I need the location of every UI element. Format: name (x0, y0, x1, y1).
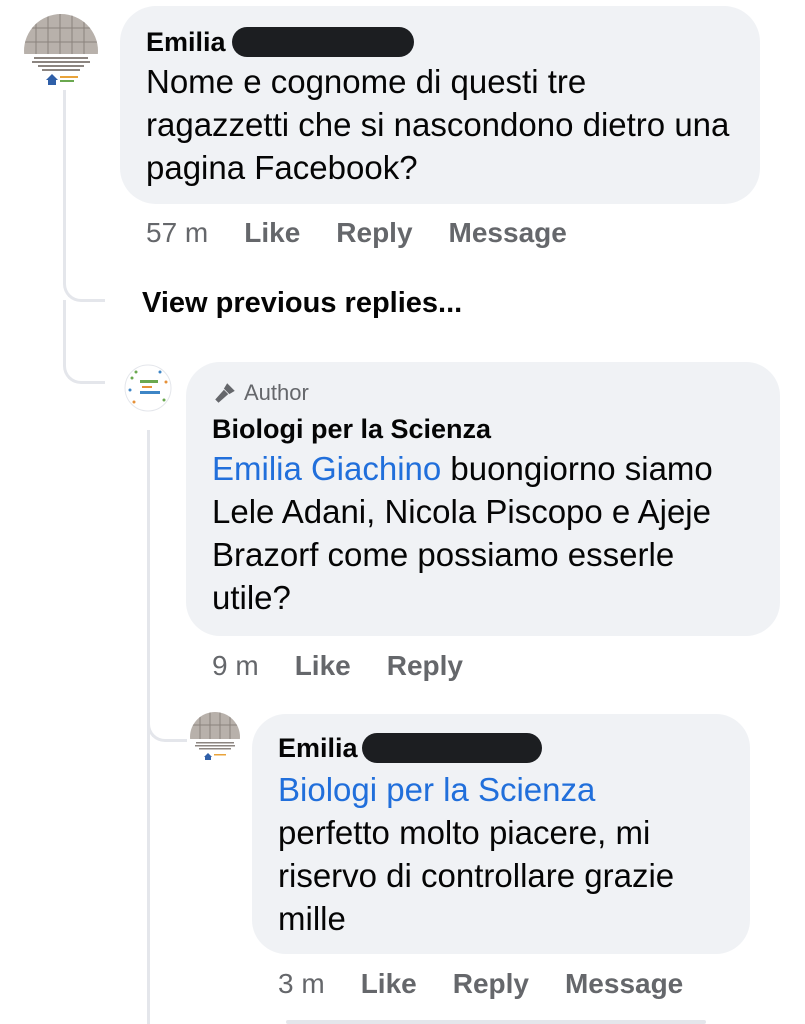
reply1-reply-button[interactable]: Reply (387, 650, 463, 682)
thread-curve-view-previous (63, 262, 105, 302)
reply2-like-button[interactable]: Like (361, 968, 417, 1000)
reply-bubble-biologi[interactable]: Author Biologi per la Scienza Emilia Gia… (186, 362, 780, 636)
thread-curve-reply2 (147, 700, 187, 742)
author-badge: Author (212, 378, 760, 408)
reply1-like-button[interactable]: Like (295, 650, 351, 682)
author-badge-label: Author (244, 380, 309, 405)
reply2-meta: 3 m Like Reply Message (278, 968, 683, 1000)
message-button[interactable]: Message (449, 217, 567, 249)
like-button[interactable]: Like (244, 217, 300, 249)
redacted-surname (231, 27, 414, 57)
reply2-text: Biologi per la Scienza perfetto molto pi… (278, 768, 732, 940)
thread-curve-reply1 (63, 340, 105, 384)
reply2-message-button[interactable]: Message (565, 968, 683, 1000)
reply2-author-name[interactable]: Emilia (278, 732, 358, 764)
view-previous-replies-link[interactable]: View previous replies... (142, 287, 462, 320)
mention-link[interactable]: Emilia Giachino (212, 450, 441, 487)
avatar-emilia[interactable] (24, 14, 98, 88)
reply-button[interactable]: Reply (336, 217, 412, 249)
comment-bubble-emilia[interactable]: Emilia Nome e cognome di questi tre raga… (120, 6, 760, 204)
comment-time[interactable]: 57 m (146, 217, 208, 249)
thread-line-main (63, 90, 66, 280)
reply2-reply-button[interactable]: Reply (453, 968, 529, 1000)
avatar-emilia-small[interactable] (190, 712, 240, 762)
reply2-author[interactable]: Emilia (278, 732, 732, 764)
comment-author[interactable]: Emilia (146, 26, 736, 58)
redacted-surname-2 (361, 733, 542, 763)
reply1-time[interactable]: 9 m (212, 650, 259, 682)
comment-author-name[interactable]: Emilia (146, 26, 226, 58)
next-bubble-edge (286, 1020, 706, 1024)
reply1-meta: 9 m Like Reply (212, 650, 463, 682)
reply2-time[interactable]: 3 m (278, 968, 325, 1000)
reply-text: Emilia Giachino buongiorno siamo Lele Ad… (212, 447, 760, 619)
avatar-biologi-per-la-scienza[interactable] (124, 364, 172, 412)
reply-bubble-emilia[interactable]: Emilia Biologi per la Scienza perfetto m… (252, 714, 750, 954)
comment-meta: 57 m Like Reply Message (146, 217, 567, 249)
reply2-text-body: perfetto molto piacere, mi riservo di co… (278, 814, 675, 937)
reply2-mention-link[interactable]: Biologi per la Scienza (278, 768, 732, 811)
reply-author-name[interactable]: Biologi per la Scienza (212, 413, 760, 445)
microphone-icon (212, 380, 238, 406)
comment-text: Nome e cognome di questi tre ragazzetti … (146, 63, 730, 186)
